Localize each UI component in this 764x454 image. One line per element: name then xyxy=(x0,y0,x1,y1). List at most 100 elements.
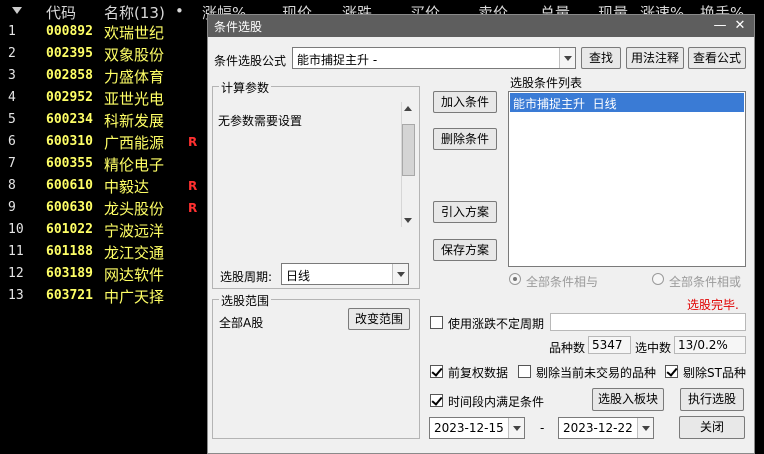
usage-button[interactable]: 用法注释 xyxy=(626,47,684,69)
chevron-down-icon[interactable] xyxy=(559,48,575,68)
dialog-title: 条件选股 xyxy=(214,20,263,34)
time-range-checkbox[interactable] xyxy=(430,394,443,407)
table-row[interactable]: 6 600310 广西能源 R xyxy=(0,132,210,154)
exclude-untraded-checkbox[interactable] xyxy=(518,365,531,378)
table-row[interactable]: 11 601188 龙江交通 xyxy=(0,242,210,264)
scroll-down-icon[interactable] xyxy=(404,218,412,223)
table-row[interactable]: 12 603189 网达软件 xyxy=(0,264,210,286)
stock-code: 600310 xyxy=(46,134,93,149)
date-to-picker[interactable]: 2023-12-22 xyxy=(558,417,654,439)
close-button[interactable]: 关闭 xyxy=(679,416,745,439)
close-icon[interactable]: ✕ xyxy=(732,18,748,34)
sort-down-icon[interactable] xyxy=(12,7,22,14)
to-block-label: 选股入板块 xyxy=(597,392,658,406)
stock-code: 600630 xyxy=(46,200,93,215)
uncertain-period-checkbox[interactable] xyxy=(430,316,443,329)
all-or-label[interactable]: 全部条件相或 xyxy=(669,273,741,290)
formula-value: 能市捕捉主升 - xyxy=(297,53,378,67)
date-from-picker[interactable]: 2023-12-15 xyxy=(429,417,525,439)
usage-label: 用法注释 xyxy=(630,51,679,65)
run-screening-button[interactable]: 执行选股 xyxy=(680,388,744,411)
exclude-untraded-label[interactable]: 剔除当前未交易的品种 xyxy=(536,364,656,381)
date-from-value: 2023-12-15 xyxy=(434,421,504,435)
condition-list-item[interactable]: 能市捕捉主升 日线 xyxy=(510,93,744,112)
stock-name: 龙江交通 xyxy=(104,244,165,262)
to-block-button[interactable]: 选股入板块 xyxy=(592,388,664,411)
scope-group-label: 选股范围 xyxy=(219,292,272,309)
stock-code: 002395 xyxy=(46,46,93,61)
stock-code: 601188 xyxy=(46,244,93,259)
margin-flag: R xyxy=(188,201,198,215)
delete-condition-button[interactable]: 删除条件 xyxy=(433,128,497,150)
stock-code: 000892 xyxy=(46,24,93,39)
all-and-label[interactable]: 全部条件相与 xyxy=(526,273,598,290)
selected-count: 13/0.2% xyxy=(674,336,746,354)
table-row[interactable]: 8 600610 中毅达 R xyxy=(0,176,210,198)
params-scrollbar[interactable] xyxy=(401,102,415,227)
table-row[interactable]: 13 603721 中广天择 xyxy=(0,286,210,308)
col-name[interactable]: 名称(13) xyxy=(104,2,165,23)
find-button[interactable]: 查找 xyxy=(581,47,621,69)
date-to-value: 2023-12-22 xyxy=(563,421,633,435)
table-row[interactable]: 3 002858 力盛体育 xyxy=(0,66,210,88)
stock-name: 双象股份 xyxy=(104,46,165,64)
time-range-label[interactable]: 时间段内满足条件 xyxy=(448,393,544,410)
scroll-up-icon[interactable] xyxy=(404,106,412,111)
pre-rights-checkbox[interactable] xyxy=(430,365,443,378)
total-label: 品种数 xyxy=(549,341,586,355)
chevron-down-icon[interactable] xyxy=(508,418,524,438)
table-row[interactable]: 9 600630 龙头股份 R xyxy=(0,198,210,220)
condition-list-label: 选股条件列表 xyxy=(510,76,583,90)
minimize-icon[interactable]: — xyxy=(712,18,728,34)
view-formula-button[interactable]: 查看公式 xyxy=(688,47,746,69)
table-row[interactable]: 2 002395 双象股份 xyxy=(0,44,210,66)
stock-code: 002952 xyxy=(46,90,93,105)
exclude-st-label[interactable]: 剔除ST品种 xyxy=(683,364,746,381)
change-scope-button[interactable]: 改变范围 xyxy=(348,308,410,330)
table-row[interactable]: 10 601022 宁波远洋 xyxy=(0,220,210,242)
scroll-thumb[interactable] xyxy=(402,124,415,176)
table-row[interactable]: 4 002952 亚世光电 xyxy=(0,88,210,110)
exclude-st-checkbox[interactable] xyxy=(665,365,678,378)
table-row[interactable]: 1 000892 欢瑞世纪 xyxy=(0,22,210,44)
stock-code: 600355 xyxy=(46,156,93,171)
selected-label: 选中数 xyxy=(635,341,672,355)
chevron-down-icon[interactable] xyxy=(637,418,653,438)
stock-code: 603721 xyxy=(46,288,93,303)
margin-flag: R xyxy=(188,179,198,193)
stock-screener-dialog: 条件选股 — ✕ 条件选股公式 能市捕捉主升 - 查找 用法注释 查看公式 计算… xyxy=(207,14,755,454)
margin-flag: R xyxy=(188,135,198,149)
row-index: 13 xyxy=(8,288,24,303)
dialog-titlebar[interactable]: 条件选股 — ✕ xyxy=(208,15,754,37)
period-select[interactable]: 日线 xyxy=(281,263,409,285)
run-screening-label: 执行选股 xyxy=(687,392,736,406)
table-row[interactable]: 7 600355 精伦电子 xyxy=(0,154,210,176)
params-group: 计算参数 无参数需要设置 选股周期: 日线 xyxy=(212,79,420,289)
all-and-radio[interactable] xyxy=(509,273,521,285)
chevron-down-icon[interactable] xyxy=(392,264,408,284)
formula-select[interactable]: 能市捕捉主升 - xyxy=(292,47,576,69)
stock-code: 600610 xyxy=(46,178,93,193)
uncertain-period-input[interactable] xyxy=(550,313,746,331)
condition-list[interactable]: 能市捕捉主升 日线 xyxy=(508,91,746,267)
date-separator: - xyxy=(540,421,545,435)
row-index: 12 xyxy=(8,266,24,281)
close-label: 关闭 xyxy=(699,420,724,434)
import-plan-button[interactable]: 引入方案 xyxy=(433,201,497,223)
stock-code: 002858 xyxy=(46,68,93,83)
stock-name: 网达软件 xyxy=(104,266,165,284)
find-label: 查找 xyxy=(588,51,613,65)
uncertain-period-label[interactable]: 使用涨跌不定周期 xyxy=(448,315,544,332)
pre-rights-label[interactable]: 前复权数据 xyxy=(448,364,508,381)
col-code[interactable]: 代码 xyxy=(46,2,76,23)
import-plan-label: 引入方案 xyxy=(440,205,489,219)
save-plan-button[interactable]: 保存方案 xyxy=(433,239,497,261)
row-index: 10 xyxy=(8,222,24,237)
stock-name: 欢瑞世纪 xyxy=(104,24,165,42)
stock-name: 广西能源 xyxy=(104,134,165,152)
add-condition-button[interactable]: 加入条件 xyxy=(433,91,497,113)
params-text: 无参数需要设置 xyxy=(218,114,303,128)
col-dot: • xyxy=(175,2,184,20)
all-or-radio[interactable] xyxy=(652,273,664,285)
table-row[interactable]: 5 600234 科新发展 xyxy=(0,110,210,132)
